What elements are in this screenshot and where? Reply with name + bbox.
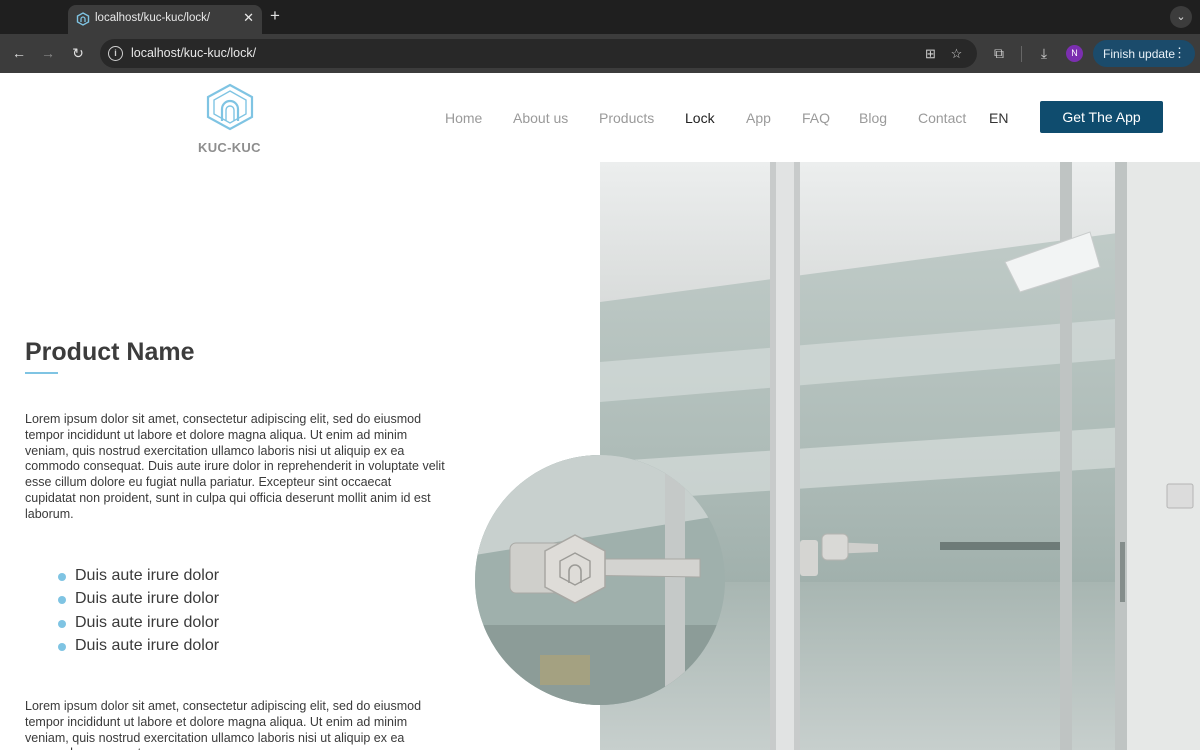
feature-list: Duis aute irure dolor Duis aute irure do… <box>58 567 219 660</box>
nav-contact[interactable]: Contact <box>918 110 966 126</box>
nav-home[interactable]: Home <box>445 110 482 126</box>
kuc-kuc-logo-icon <box>206 83 254 131</box>
extensions-puzzle-icon[interactable]: ⧉ <box>990 44 1008 62</box>
description-paragraph: Lorem ipsum dolor sit amet, consectetur … <box>25 412 445 521</box>
list-item: Duis aute irure dolor <box>58 614 219 637</box>
browser-tab-bar: localhost/kuc-kuc/lock/ ✕ + ⌄ <box>0 0 1200 34</box>
tab-search-chevron-icon[interactable]: ⌄ <box>1170 6 1192 28</box>
new-tab-icon[interactable]: + <box>270 6 280 26</box>
list-item: Duis aute irure dolor <box>58 567 219 590</box>
bullet-dot-icon <box>58 596 66 605</box>
site-info-icon[interactable]: i <box>108 46 123 61</box>
bullet-dot-icon <box>58 642 66 651</box>
translate-icon[interactable]: ⊞ <box>922 45 939 62</box>
tab-title: localhost/kuc-kuc/lock/ <box>95 12 211 24</box>
list-item-text: Duis aute irure dolor <box>75 590 220 608</box>
bullet-dot-icon <box>58 619 66 628</box>
list-item: Duis aute irure dolor <box>58 590 219 613</box>
list-item-text: Duis aute irure dolor <box>75 613 220 631</box>
nav-blog[interactable]: Blog <box>859 110 887 126</box>
bookmark-star-icon[interactable]: ☆ <box>948 45 965 62</box>
toolbar-divider <box>1021 46 1022 62</box>
profile-avatar[interactable]: N <box>1066 45 1083 62</box>
second-paragraph: Lorem ipsum dolor sit amet, consectetur … <box>25 699 422 750</box>
list-item-text: Duis aute irure dolor <box>75 636 220 654</box>
logo-text: KUC-KUC <box>198 140 261 155</box>
finish-update-button[interactable]: Finish update ⋮ <box>1093 40 1195 67</box>
url-text[interactable]: localhost/kuc-kuc/lock/ <box>131 46 256 60</box>
more-vertical-icon: ⋮ <box>1173 45 1186 60</box>
nav-about-us[interactable]: About us <box>513 110 568 126</box>
site-logo[interactable]: KUC-KUC <box>198 83 262 155</box>
list-item: Duis aute irure dolor <box>58 637 219 660</box>
site-favicon-icon <box>76 12 90 26</box>
nav-products[interactable]: Products <box>599 110 654 126</box>
title-underline <box>25 372 58 374</box>
browser-toolbar: ← → ↻ i localhost/kuc-kuc/lock/ ⊞ ☆ ⧉ ⤓ … <box>0 34 1200 73</box>
browser-tab[interactable]: localhost/kuc-kuc/lock/ ✕ <box>68 5 262 34</box>
page-title: Product Name <box>25 338 195 366</box>
close-tab-icon[interactable]: ✕ <box>243 10 254 26</box>
lock-closeup-photo <box>475 455 725 705</box>
bullet-dot-icon <box>58 573 66 581</box>
nav-app[interactable]: App <box>746 110 771 126</box>
finish-update-label: Finish update <box>1103 47 1176 61</box>
reload-icon[interactable]: ↻ <box>67 42 89 64</box>
nav-faq[interactable]: FAQ <box>802 110 830 126</box>
language-selector[interactable]: EN <box>989 110 1008 126</box>
get-the-app-button[interactable]: Get The App <box>1040 101 1163 133</box>
lock-closeup-image <box>475 455 725 705</box>
download-icon[interactable]: ⤓ <box>1035 44 1053 62</box>
forward-arrow-icon[interactable]: → <box>37 42 59 64</box>
nav-lock[interactable]: Lock <box>685 110 715 126</box>
site-header: KUC-KUC Home About us Products Lock App … <box>0 73 1200 162</box>
list-item-text: Duis aute irure dolor <box>75 567 220 584</box>
back-arrow-icon[interactable]: ← <box>8 42 30 64</box>
address-bar[interactable]: i localhost/kuc-kuc/lock/ ⊞ ☆ <box>100 39 977 68</box>
